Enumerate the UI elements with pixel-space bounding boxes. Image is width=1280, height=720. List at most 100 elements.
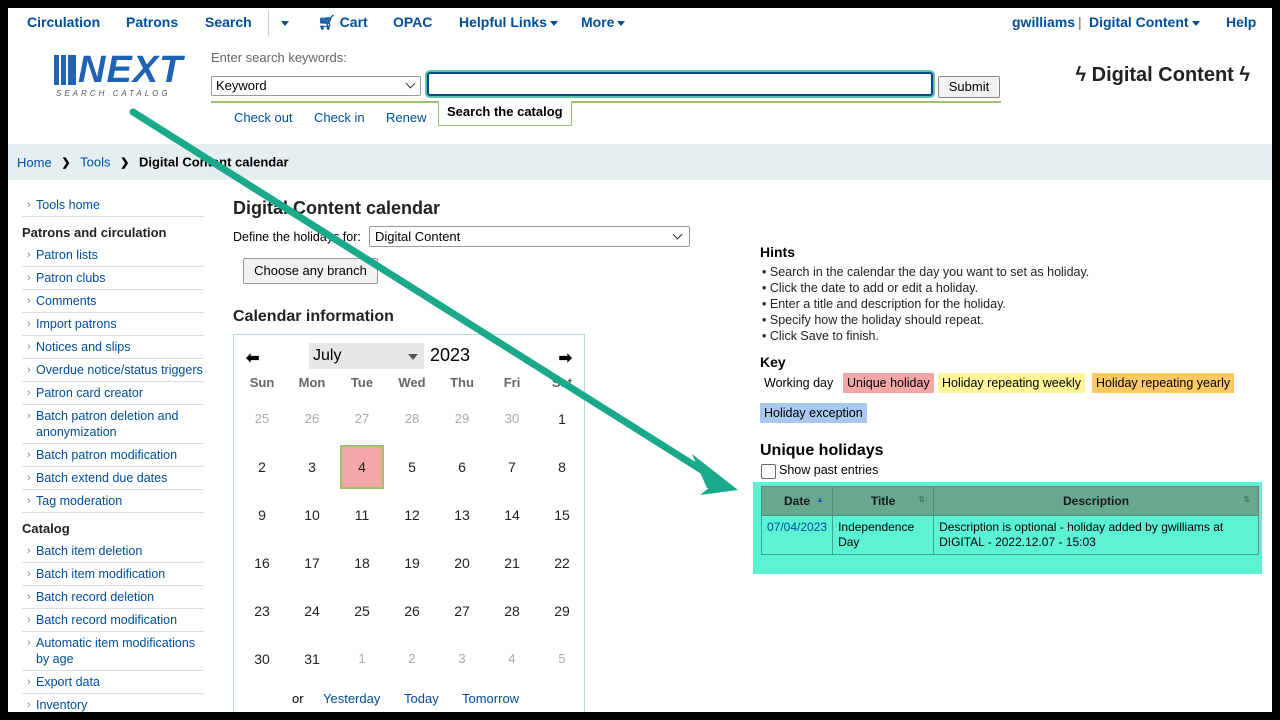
- sidebar-item[interactable]: Comments: [22, 290, 204, 313]
- branch-select[interactable]: Digital Content: [369, 226, 690, 247]
- calendar-day[interactable]: 3: [290, 445, 334, 489]
- calendar-day[interactable]: 11: [340, 493, 384, 537]
- sidebar-item[interactable]: Batch patron deletion and anonymization: [22, 405, 204, 444]
- nav-patrons[interactable]: Patrons: [126, 14, 178, 30]
- nav-cart[interactable]: 🛒︎ Cart: [318, 14, 368, 31]
- calendar-day[interactable]: 26: [390, 589, 434, 633]
- sidebar-item[interactable]: Patron clubs: [22, 267, 204, 290]
- calendar-day[interactable]: 29: [540, 589, 584, 633]
- tab-check-in[interactable]: Check in: [314, 110, 365, 125]
- nav-circulation[interactable]: Circulation: [27, 14, 100, 30]
- sidebar-item[interactable]: Inventory: [22, 694, 204, 712]
- calendar-day[interactable]: 27: [440, 589, 484, 633]
- calendar-day[interactable]: 13: [440, 493, 484, 537]
- nav-library-label: Digital Content: [1089, 14, 1189, 30]
- nav-search-dropdown[interactable]: [278, 14, 289, 30]
- calendar-day[interactable]: 16: [240, 541, 284, 585]
- tab-renew[interactable]: Renew: [386, 110, 426, 125]
- calendar-day[interactable]: 24: [290, 589, 334, 633]
- key-title: Key: [760, 354, 786, 370]
- sidebar-item[interactable]: Batch record modification: [22, 609, 204, 632]
- calendar-day[interactable]: 20: [440, 541, 484, 585]
- calendar-day[interactable]: 25: [340, 589, 384, 633]
- sidebar-item[interactable]: Import patrons: [22, 313, 204, 336]
- nav-more[interactable]: More: [581, 14, 626, 30]
- sidebar-item[interactable]: Patron card creator: [22, 382, 204, 405]
- calendar-day-other-month[interactable]: 3: [440, 637, 484, 681]
- calendar-day[interactable]: 17: [290, 541, 334, 585]
- calendar-day[interactable]: 31: [290, 637, 334, 681]
- month-value: July: [313, 347, 342, 364]
- calendar-day-other-month[interactable]: 1: [340, 637, 384, 681]
- calendar-day-other-month[interactable]: 27: [340, 397, 384, 441]
- nav-helpful-links[interactable]: Helpful Links: [459, 14, 558, 30]
- nav-opac[interactable]: OPAC: [393, 14, 432, 30]
- choose-any-branch-button[interactable]: Choose any branch: [243, 258, 378, 284]
- calendar-day[interactable]: 9: [240, 493, 284, 537]
- calendar-day-other-month[interactable]: 28: [390, 397, 434, 441]
- sidebar-item[interactable]: Overdue notice/status triggers: [22, 359, 204, 382]
- calendar-day-other-month[interactable]: 25: [240, 397, 284, 441]
- calendar-day[interactable]: 12: [390, 493, 434, 537]
- tab-check-out[interactable]: Check out: [234, 110, 293, 125]
- calendar-day-other-month[interactable]: 29: [440, 397, 484, 441]
- calendar-day[interactable]: 28: [490, 589, 534, 633]
- calendar-day[interactable]: 22: [540, 541, 584, 585]
- sidebar-item[interactable]: Automatic item modifications by age: [22, 632, 204, 671]
- calendar-day[interactable]: 7: [490, 445, 534, 489]
- column-header-title[interactable]: Title ⇅: [832, 486, 935, 516]
- holiday-date-link[interactable]: 07/04/2023: [760, 515, 834, 555]
- sidebar-item[interactable]: Export data: [22, 671, 204, 694]
- nav-library[interactable]: Digital Content: [1089, 14, 1200, 30]
- column-header-description[interactable]: Description ⇅: [933, 486, 1259, 516]
- nav-help[interactable]: Help: [1226, 14, 1256, 30]
- sidebar-item[interactable]: Batch record deletion: [22, 586, 204, 609]
- koha-next-logo[interactable]: NEXT SEARCH CATALOG: [54, 49, 190, 102]
- yesterday-link[interactable]: Yesterday: [323, 691, 380, 706]
- search-type-select[interactable]: Keyword: [211, 76, 421, 96]
- calendar-day[interactable]: 2: [240, 445, 284, 489]
- hint-item: Specify how the holiday should repeat.: [762, 312, 1089, 328]
- sidebar-item[interactable]: Patron lists: [22, 244, 204, 267]
- calendar-day[interactable]: 15: [540, 493, 584, 537]
- sidebar-item[interactable]: Notices and slips: [22, 336, 204, 359]
- calendar-day[interactable]: 23: [240, 589, 284, 633]
- calendar-day[interactable]: 5: [390, 445, 434, 489]
- sidebar-item[interactable]: Tag moderation: [22, 490, 204, 513]
- next-month-arrow-icon[interactable]: ➡︎: [559, 348, 572, 368]
- calendar-day[interactable]: 6: [440, 445, 484, 489]
- search-input[interactable]: [427, 72, 933, 96]
- show-past-checkbox[interactable]: [761, 464, 776, 479]
- month-select[interactable]: July: [309, 343, 424, 369]
- sidebar-item[interactable]: Batch item deletion: [22, 540, 204, 563]
- calendar-day-other-month[interactable]: 2: [390, 637, 434, 681]
- calendar-day[interactable]: 14: [490, 493, 534, 537]
- nav-user[interactable]: gwilliams: [1012, 14, 1075, 30]
- today-link[interactable]: Today: [404, 691, 439, 706]
- calendar-day[interactable]: 19: [390, 541, 434, 585]
- calendar-day-other-month[interactable]: 30: [490, 397, 534, 441]
- calendar-day-other-month[interactable]: 5: [540, 637, 584, 681]
- calendar-day-holiday[interactable]: 4: [340, 445, 384, 489]
- nav-search[interactable]: Search: [205, 14, 252, 30]
- sidebar-item[interactable]: Batch patron modification: [22, 444, 204, 467]
- breadcrumb-tools[interactable]: Tools: [80, 155, 110, 170]
- calendar-day[interactable]: 1: [540, 397, 584, 441]
- bolt-icon: ϟ: [1075, 64, 1087, 86]
- calendar-day[interactable]: 30: [240, 637, 284, 681]
- search-submit-button[interactable]: Submit: [938, 76, 1000, 98]
- tomorrow-link[interactable]: Tomorrow: [462, 691, 519, 706]
- sidebar-item-tools-home[interactable]: Tools home: [22, 194, 204, 217]
- sidebar-item[interactable]: Batch item modification: [22, 563, 204, 586]
- column-header-date[interactable]: Date ▲: [760, 486, 834, 516]
- calendar-day-other-month[interactable]: 4: [490, 637, 534, 681]
- sidebar-item[interactable]: Batch extend due dates: [22, 467, 204, 490]
- calendar-day[interactable]: 10: [290, 493, 334, 537]
- tab-search-catalog[interactable]: Search the catalog: [438, 101, 572, 126]
- prev-month-arrow-icon[interactable]: ⬅︎: [246, 348, 259, 368]
- calendar-day[interactable]: 8: [540, 445, 584, 489]
- calendar-day[interactable]: 18: [340, 541, 384, 585]
- breadcrumb-home[interactable]: Home: [17, 155, 52, 170]
- calendar-day[interactable]: 21: [490, 541, 534, 585]
- calendar-day-other-month[interactable]: 26: [290, 397, 334, 441]
